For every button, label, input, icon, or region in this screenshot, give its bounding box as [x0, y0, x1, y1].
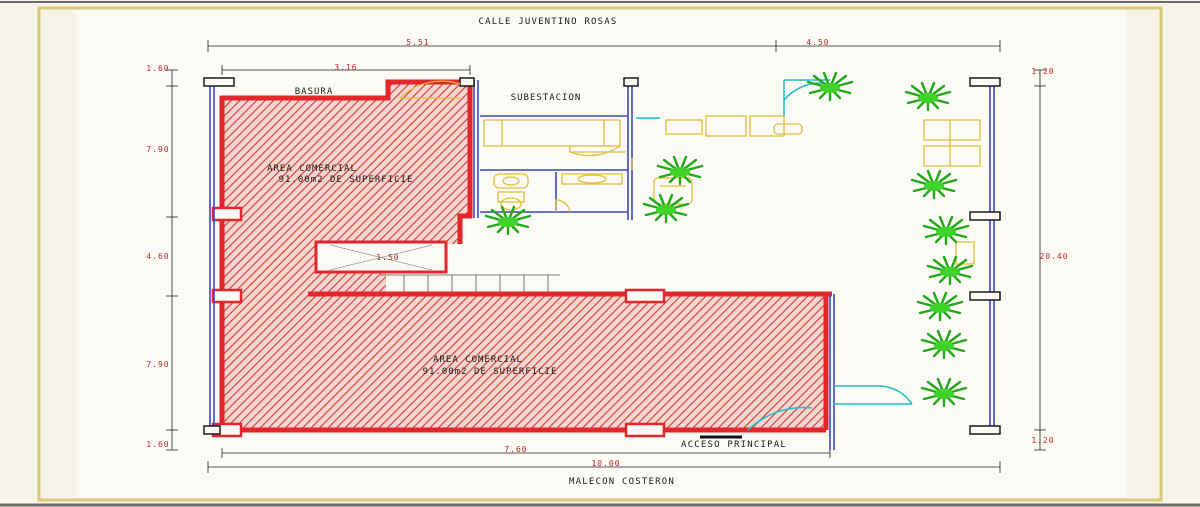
dim-bottom-total: 10.00: [591, 459, 620, 468]
dim-right-top: 1.20: [1031, 67, 1054, 76]
subestacion-label: SUBESTACION: [511, 93, 582, 103]
dim-left-4: 7.90: [146, 360, 169, 369]
dim-left-3: 4.60: [146, 252, 169, 261]
commercial-bottom-name: AREA COMERCIAL: [433, 355, 523, 365]
stair-width-label: 1.50: [376, 253, 399, 262]
dim-right-bottom: 1.20: [1031, 436, 1054, 445]
acceso-principal-label: ACCESO PRINCIPAL: [681, 440, 787, 450]
commercial-bottom-area: 91.00m2 DE SUPERFICIE: [423, 367, 558, 377]
dim-top-left: 5.51: [406, 38, 429, 47]
floor-plan: CALLE JUVENTINO ROSAS MALECON COSTERON 5…: [0, 1, 1200, 507]
commercial-top-name: AREA COMERCIAL: [267, 164, 357, 174]
dim-left-2: 7.90: [146, 145, 169, 154]
dim-inner-top: 3.16: [334, 63, 357, 72]
dim-left-5: 1.60: [146, 440, 169, 449]
dim-left-1: 1.60: [146, 64, 169, 73]
street-bottom-label: MALECON COSTERON: [569, 477, 675, 487]
dim-right-total: 20.40: [1039, 252, 1068, 261]
basura-label: BASURA: [295, 87, 334, 97]
dim-bottom-inner: 7.60: [504, 445, 527, 454]
street-top-label: CALLE JUVENTINO ROSAS: [479, 17, 618, 27]
dim-top-right: 4.50: [806, 38, 829, 47]
commercial-top-area: 91.00m2 DE SUPERFICIE: [279, 175, 414, 185]
